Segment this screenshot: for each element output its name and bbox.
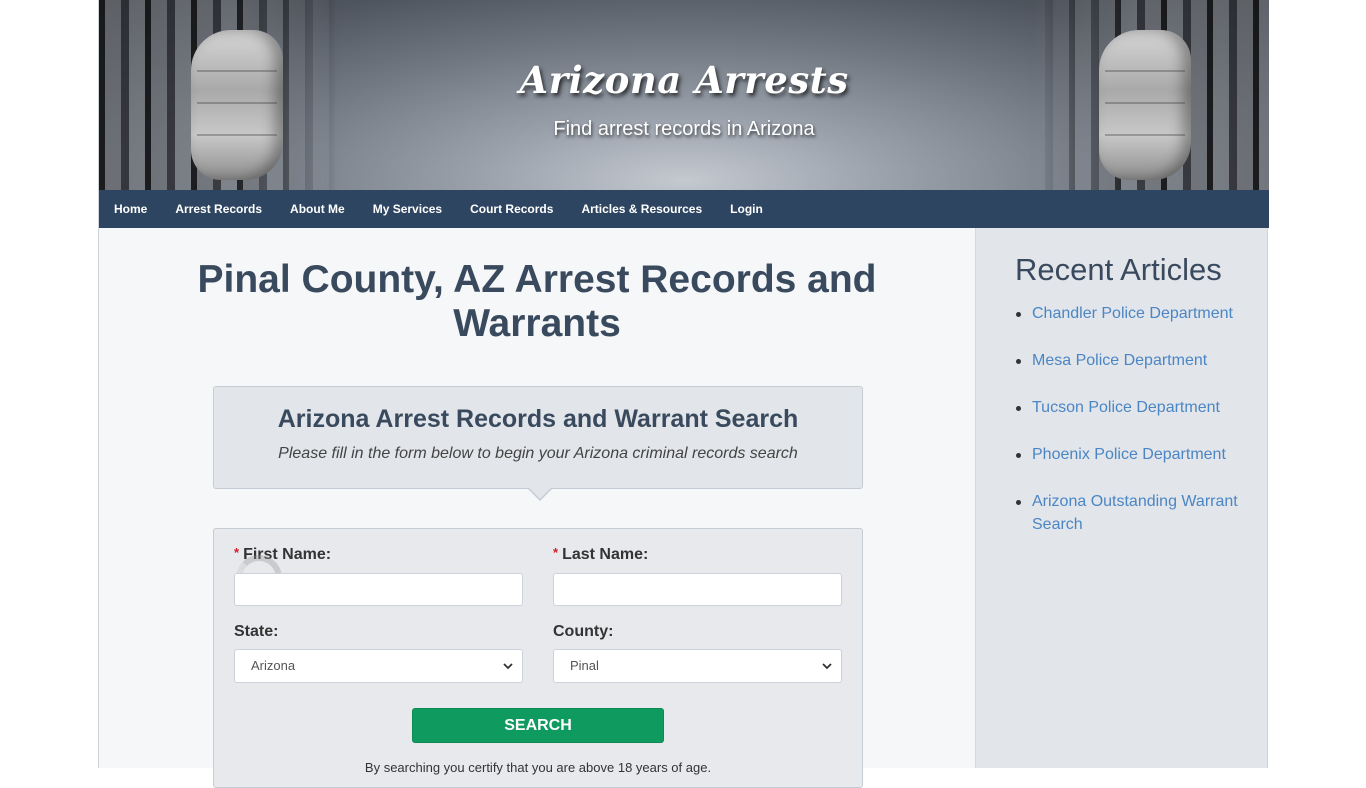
- chevron-down-icon: [503, 663, 513, 670]
- site-tagline: Find arrest records in Arizona: [553, 118, 815, 140]
- main-content: Pinal County, AZ Arrest Records and Warr…: [99, 228, 975, 788]
- nav-login[interactable]: Login: [716, 190, 777, 228]
- nav-about-me[interactable]: About Me: [276, 190, 359, 228]
- article-link-mesa[interactable]: Mesa Police Department: [1032, 352, 1207, 369]
- nav-arrest-records[interactable]: Arrest Records: [161, 190, 276, 228]
- county-selected-value: Pinal: [570, 658, 599, 673]
- first-name-input[interactable]: [234, 573, 523, 606]
- main-nav: Home Arrest Records About Me My Services…: [99, 190, 1269, 228]
- list-item: Chandler Police Department: [1016, 302, 1246, 325]
- hand-on-bars-left-image: [191, 30, 283, 180]
- search-box-title: Arizona Arrest Records and Warrant Searc…: [277, 405, 799, 433]
- recent-articles-heading: Recent Articles: [1015, 252, 1222, 287]
- list-item: Mesa Police Department: [1016, 349, 1246, 372]
- county-select[interactable]: Pinal: [553, 649, 842, 683]
- nav-articles-resources[interactable]: Articles & Resources: [567, 190, 716, 228]
- state-selected-value: Arizona: [251, 658, 296, 673]
- header-banner: Arizona Arrests Find arrest records in A…: [99, 0, 1269, 190]
- search-form: * First Name: * Last Name: State: Arizona …: [213, 528, 863, 788]
- last-name-input[interactable]: [553, 573, 842, 606]
- last-name-label: * Last Name:: [553, 545, 649, 563]
- site-title[interactable]: Arizona Arrests: [99, 58, 1269, 102]
- hand-on-bars-right-image: [1099, 30, 1191, 180]
- nav-home[interactable]: Home: [100, 190, 161, 228]
- list-item: Arizona Outstanding Warrant Search: [1016, 490, 1246, 536]
- list-item: Tucson Police Department: [1016, 396, 1246, 419]
- list-item: Phoenix Police Department: [1016, 443, 1246, 466]
- required-marker: *: [234, 545, 240, 560]
- search-header-box: Arizona Arrest Records and Warrant Searc…: [213, 386, 863, 501]
- article-link-tucson[interactable]: Tucson Police Department: [1032, 399, 1220, 416]
- search-box-subtitle: Please fill in the form below to begin y…: [278, 445, 798, 462]
- page-title: Pinal County, AZ Arrest Records and Warr…: [197, 258, 877, 345]
- required-marker: *: [553, 545, 559, 560]
- pointer-arrow-icon: [527, 487, 553, 501]
- state-label: State:: [234, 623, 279, 640]
- nav-my-services[interactable]: My Services: [359, 190, 456, 228]
- article-link-warrant-search[interactable]: Arizona Outstanding Warrant Search: [1032, 493, 1238, 533]
- chevron-down-icon: [822, 663, 832, 670]
- page-container: Arizona Arrests Find arrest records in A…: [98, 0, 1269, 788]
- sidebar: Recent Articles Chandler Police Departme…: [975, 228, 1267, 768]
- search-button[interactable]: SEARCH: [412, 708, 664, 743]
- article-link-phoenix[interactable]: Phoenix Police Department: [1032, 446, 1226, 463]
- recent-articles-list: Chandler Police Department Mesa Police D…: [1016, 302, 1246, 560]
- county-label: County:: [553, 623, 614, 640]
- nav-court-records[interactable]: Court Records: [456, 190, 567, 228]
- state-select[interactable]: Arizona: [234, 649, 523, 683]
- article-link-chandler[interactable]: Chandler Police Department: [1032, 305, 1233, 322]
